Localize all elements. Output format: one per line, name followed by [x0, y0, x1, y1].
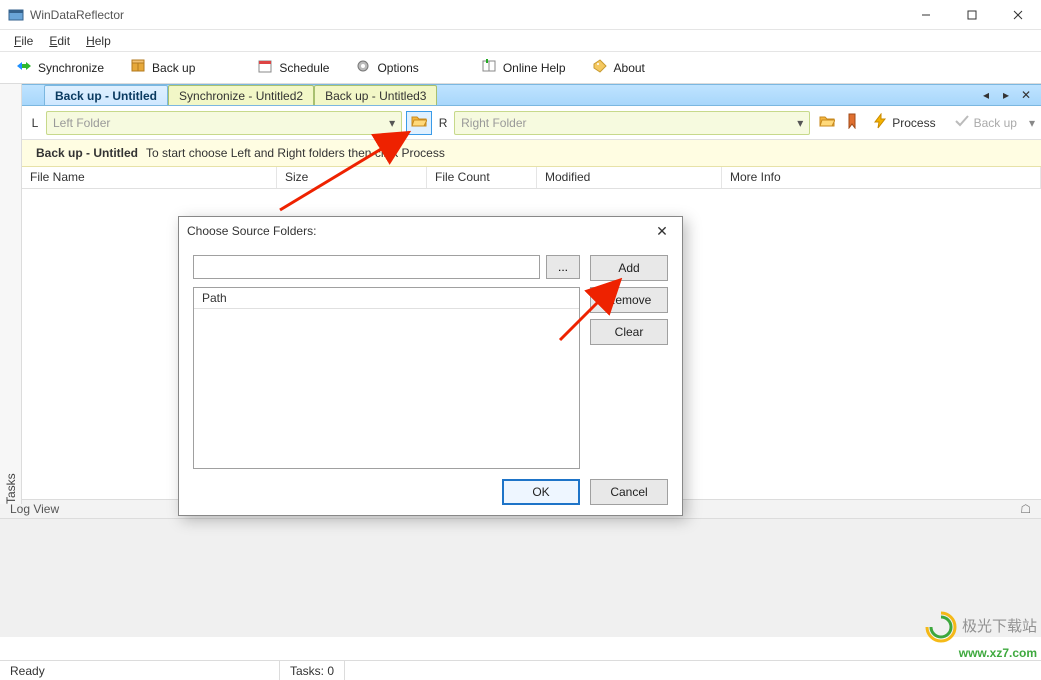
minimize-button[interactable] [903, 0, 949, 30]
toolbar-options[interactable]: Options [351, 56, 422, 79]
menubar: File Edit Help [0, 30, 1041, 52]
statusbar: Ready Tasks: 0 [0, 660, 1041, 680]
status-ready: Ready [0, 661, 280, 680]
menu-edit[interactable]: Edit [41, 32, 78, 50]
backup-box-icon [130, 58, 146, 77]
tab-label: Synchronize - Untitled2 [179, 89, 303, 103]
dialog-remove-button[interactable]: Remove [590, 287, 668, 313]
lightning-icon [872, 113, 888, 132]
toolbar-backup-label: Back up [152, 61, 195, 75]
left-side-label: L [28, 116, 42, 130]
process-label: Process [892, 116, 935, 130]
choose-source-folders-dialog: Choose Source Folders: ✕ ... Path Add Re… [178, 216, 683, 516]
toolbar: Synchronize Back up Schedule Options Onl… [0, 52, 1041, 84]
status-tasks: Tasks: 0 [280, 661, 345, 680]
file-list-header: File Name Size File Count Modified More … [22, 167, 1041, 189]
tab-synchronize-untitled2[interactable]: Synchronize - Untitled2 [168, 85, 314, 105]
toolbar-online-help-label: Online Help [503, 61, 566, 75]
toolbar-schedule-label: Schedule [279, 61, 329, 75]
backup-label: Back up [974, 116, 1017, 130]
toolbar-options-label: Options [377, 61, 418, 75]
titlebar: WinDataReflector [0, 0, 1041, 30]
hintbar: Back up - Untitled To start choose Left … [22, 140, 1041, 167]
dialog-close-button[interactable]: ✕ [650, 223, 674, 240]
menu-help[interactable]: Help [78, 32, 119, 50]
toolbar-synchronize[interactable]: Synchronize [12, 56, 108, 79]
check-icon [954, 113, 970, 132]
col-size[interactable]: Size [277, 167, 427, 188]
right-folder-browse-button[interactable] [814, 111, 840, 135]
tab-label: Back up - Untitled3 [325, 89, 426, 103]
pin-icon[interactable]: ☖ [1020, 502, 1031, 516]
tab-label: Back up - Untitled [55, 89, 157, 103]
menu-file[interactable]: File [6, 32, 41, 50]
log-view-title: Log View [10, 502, 59, 516]
hint-title: Back up - Untitled [36, 146, 138, 160]
tab-next-button[interactable]: ▸ [999, 88, 1013, 102]
right-folder-input[interactable]: Right Folder ▾ [454, 111, 810, 135]
bookmark-icon[interactable] [844, 113, 860, 132]
right-folder-placeholder: Right Folder [461, 116, 526, 130]
toolbar-online-help[interactable]: Online Help [477, 56, 570, 79]
dialog-path-input[interactable] [193, 255, 540, 279]
chevron-down-icon[interactable]: ▾ [389, 116, 395, 130]
calendar-icon [257, 58, 273, 77]
dialog-titlebar: Choose Source Folders: ✕ [179, 217, 682, 245]
toolbar-synchronize-label: Synchronize [38, 61, 104, 75]
tab-prev-button[interactable]: ◂ [979, 88, 993, 102]
process-button[interactable]: Process [866, 111, 941, 134]
dialog-path-header[interactable]: Path [194, 288, 579, 309]
dialog-ok-button[interactable]: OK [502, 479, 580, 505]
window-title: WinDataReflector [30, 8, 903, 22]
tag-icon [592, 58, 608, 77]
toolbar-about-label: About [614, 61, 645, 75]
tabstrip: Back up - Untitled Synchronize - Untitle… [0, 84, 1041, 106]
watermark-cn: 极光下载站 [962, 619, 1037, 636]
dialog-cancel-button[interactable]: Cancel [590, 479, 668, 505]
tab-close-button[interactable]: ✕ [1019, 88, 1033, 102]
tasks-rail[interactable]: Tasks [0, 84, 22, 504]
chevron-down-icon[interactable]: ▾ [797, 116, 803, 130]
col-more-info[interactable]: More Info [722, 167, 1041, 188]
tab-controls: ◂ ▸ ✕ [971, 85, 1041, 105]
left-folder-placeholder: Left Folder [53, 116, 110, 130]
folder-open-icon [411, 113, 427, 132]
chevron-down-icon[interactable]: ▾ [1029, 116, 1035, 130]
app-icon [8, 7, 24, 23]
dialog-clear-button[interactable]: Clear [590, 319, 668, 345]
tasks-rail-label: Tasks [4, 94, 18, 504]
toolbar-about[interactable]: About [588, 56, 649, 79]
hint-text: To start choose Left and Right folders t… [146, 146, 445, 160]
gear-icon [355, 58, 371, 77]
tab-backup-untitled[interactable]: Back up - Untitled [44, 85, 168, 105]
right-side-label: R [436, 116, 450, 130]
dialog-title: Choose Source Folders: [187, 224, 316, 238]
left-folder-browse-button[interactable] [406, 111, 432, 135]
sync-arrows-icon [16, 58, 32, 77]
left-folder-input[interactable]: Left Folder ▾ [46, 111, 402, 135]
folderbar: L Left Folder ▾ R Right Folder ▾ Process… [22, 106, 1041, 140]
col-file-name[interactable]: File Name [22, 167, 277, 188]
maximize-button[interactable] [949, 0, 995, 30]
tab-backup-untitled3[interactable]: Back up - Untitled3 [314, 85, 437, 105]
col-file-count[interactable]: File Count [427, 167, 537, 188]
col-modified[interactable]: Modified [537, 167, 722, 188]
watermark-url: www.xz7.com [959, 646, 1037, 660]
backup-button[interactable]: Back up [948, 111, 1023, 134]
log-view [0, 519, 1041, 637]
dialog-add-button[interactable]: Add [590, 255, 668, 281]
toolbar-schedule[interactable]: Schedule [253, 56, 333, 79]
dialog-browse-button[interactable]: ... [546, 255, 580, 279]
toolbar-backup[interactable]: Back up [126, 56, 199, 79]
folder-open-icon [819, 113, 835, 132]
close-button[interactable] [995, 0, 1041, 30]
swirl-icon [924, 610, 958, 644]
book-icon [481, 58, 497, 77]
watermark: 极光下载站 www.xz7.com [924, 610, 1037, 662]
dialog-path-list[interactable]: Path [193, 287, 580, 469]
